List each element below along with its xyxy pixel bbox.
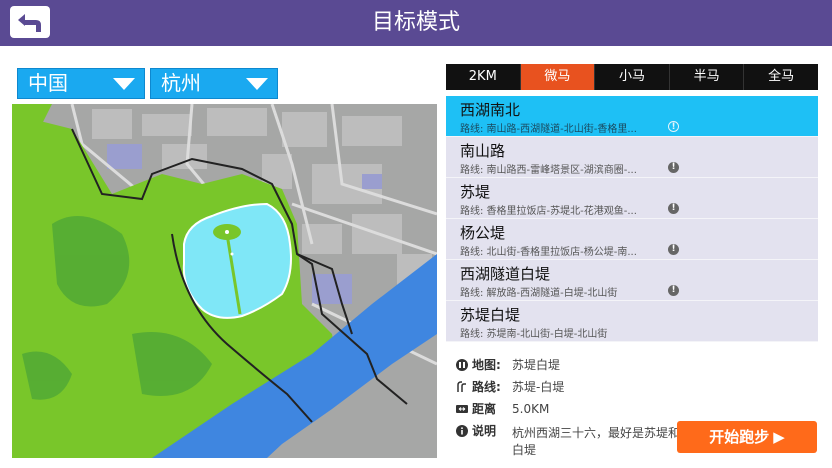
route-item[interactable]: 杨公堤 路线: 北山街-香格里拉饭店-杨公堤-南... !: [446, 219, 818, 260]
route-item[interactable]: 苏堤白堤 路线: 苏堤南-北山街-白堤-北山街: [446, 301, 818, 342]
route-item[interactable]: 西湖隧道白堤 路线: 解放路-西湖隧道-白堤-北山街 !: [446, 260, 818, 301]
country-dropdown[interactable]: 中国: [17, 68, 145, 99]
route-label: 路线:: [472, 380, 501, 394]
detail-distance: 距离 5.0KM: [456, 398, 696, 420]
detail-route: 路线: 苏堤-白堤: [456, 376, 696, 398]
description-value: 杭州西湖三十六，最好是苏堤和白堤: [512, 426, 681, 457]
route-item[interactable]: 苏堤 路线: 香格里拉饭店-苏堤北-花港观鱼-... !: [446, 178, 818, 219]
route-path: 路线: 南山路-西湖隧道-北山街-香格里...: [460, 124, 637, 135]
header-bar: 目标模式: [0, 0, 832, 46]
tab-full-marathon[interactable]: 全马: [744, 64, 818, 90]
route-item[interactable]: 西湖南北 路线: 南山路-西湖隧道-北山街-香格里... !: [446, 96, 818, 137]
route-icon: [457, 381, 466, 392]
distance-tabs: 2KM 微马 小马 半马 全马: [446, 64, 818, 90]
chevron-down-icon: [246, 78, 268, 90]
city-dropdown[interactable]: 杭州: [150, 68, 278, 99]
map-value: 苏堤白堤: [512, 358, 561, 372]
page-title: 目标模式: [371, 10, 460, 35]
back-button[interactable]: [10, 6, 50, 38]
detail-description: 说明 杭州西湖三十六，最好是苏堤和白堤: [456, 420, 696, 460]
route-list: 西湖南北 路线: 南山路-西湖隧道-北山街-香格里... ! 南山路 路线: 南…: [446, 96, 818, 342]
tab-2km[interactable]: 2KM: [446, 64, 521, 90]
distance-value: 5.0KM: [512, 402, 550, 416]
route-item[interactable]: 南山路 路线: 南山路西-雷峰塔景区-湖滨商圈-... !: [446, 137, 818, 178]
info-icon[interactable]: !: [668, 203, 679, 214]
info-icon: [456, 425, 468, 437]
route-path: 路线: 解放路-西湖隧道-白堤-北山街: [460, 288, 618, 299]
map-label: 地图:: [472, 358, 501, 372]
route-name: 苏堤白堤: [460, 306, 521, 324]
info-icon[interactable]: !: [668, 162, 679, 173]
route-path: 路线: 香格里拉饭店-苏堤北-花港观鱼-...: [460, 206, 637, 217]
detail-map: 地图: 苏堤白堤: [456, 354, 696, 376]
play-icon: ▶: [773, 428, 785, 446]
chevron-down-icon: [113, 78, 135, 90]
route-name: 西湖隧道白堤: [460, 265, 551, 283]
route-details: 地图: 苏堤白堤 路线: 苏堤-白堤 距离 5.0KM 说明 杭州西湖三十六，最…: [456, 354, 696, 460]
tab-micro-marathon[interactable]: 微马: [520, 64, 596, 90]
back-arrow-icon: [18, 14, 41, 32]
map-icon: [456, 359, 468, 371]
tab-mini-marathon[interactable]: 小马: [595, 64, 670, 90]
start-run-button[interactable]: 开始跑步 ▶: [677, 421, 817, 453]
tab-half-marathon[interactable]: 半马: [670, 64, 745, 90]
route-path: 路线: 北山街-香格里拉饭店-杨公堤-南...: [460, 247, 637, 258]
info-icon[interactable]: !: [668, 121, 679, 132]
description-label: 说明: [472, 424, 497, 438]
map-canvas: [12, 104, 437, 458]
route-path: 路线: 南山路西-雷峰塔景区-湖滨商圈-...: [460, 165, 637, 176]
info-icon[interactable]: !: [668, 244, 679, 255]
route-name: 苏堤: [460, 183, 491, 201]
app-root: 目标模式 中国 杭州 2KM 微马 小马 半马 全马 西湖南北 路线: 南山路-…: [0, 0, 832, 468]
route-name: 南山路: [460, 142, 506, 160]
info-icon[interactable]: !: [668, 285, 679, 296]
start-run-label: 开始跑步: [709, 428, 770, 446]
country-value: 中国: [28, 71, 68, 95]
distance-label: 距离: [472, 402, 497, 416]
route-name: 杨公堤: [460, 224, 506, 242]
route-map[interactable]: [12, 104, 437, 458]
route-value: 苏堤-白堤: [512, 380, 565, 394]
city-value: 杭州: [161, 71, 201, 95]
route-path: 路线: 苏堤南-北山街-白堤-北山街: [460, 329, 608, 340]
route-name: 西湖南北: [460, 101, 521, 119]
distance-icon: [456, 405, 468, 413]
